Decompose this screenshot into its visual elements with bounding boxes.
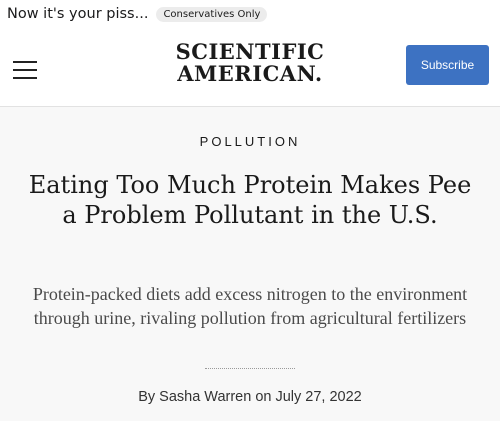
logo-line-1: SCIENTIFIC (175, 39, 325, 64)
site-header: SCIENTIFIC AMERICAN. Subscribe (0, 28, 500, 107)
hamburger-menu-icon[interactable] (13, 61, 37, 79)
article-byline: By Sasha Warren on July 27, 2022 (138, 389, 362, 405)
article: POLLUTION Eating Too Much Protein Makes … (0, 107, 500, 421)
site-logo[interactable]: SCIENTIFIC AMERICAN. (135, 41, 365, 85)
post-title[interactable]: Now it's your piss... (7, 6, 148, 22)
article-dek: Protein-packed diets add excess nitrogen… (32, 284, 468, 328)
byline-divider (205, 368, 295, 369)
subscribe-button[interactable]: Subscribe (406, 45, 489, 85)
article-category[interactable]: POLLUTION (0, 134, 500, 149)
article-headline: Eating Too Much Protein Makes Pee a Prob… (28, 171, 472, 229)
logo-line-2: AMERICAN. (177, 61, 323, 86)
post-header: Now it's your piss... Conservatives Only (0, 0, 500, 28)
post-flair[interactable]: Conservatives Only (156, 6, 268, 22)
